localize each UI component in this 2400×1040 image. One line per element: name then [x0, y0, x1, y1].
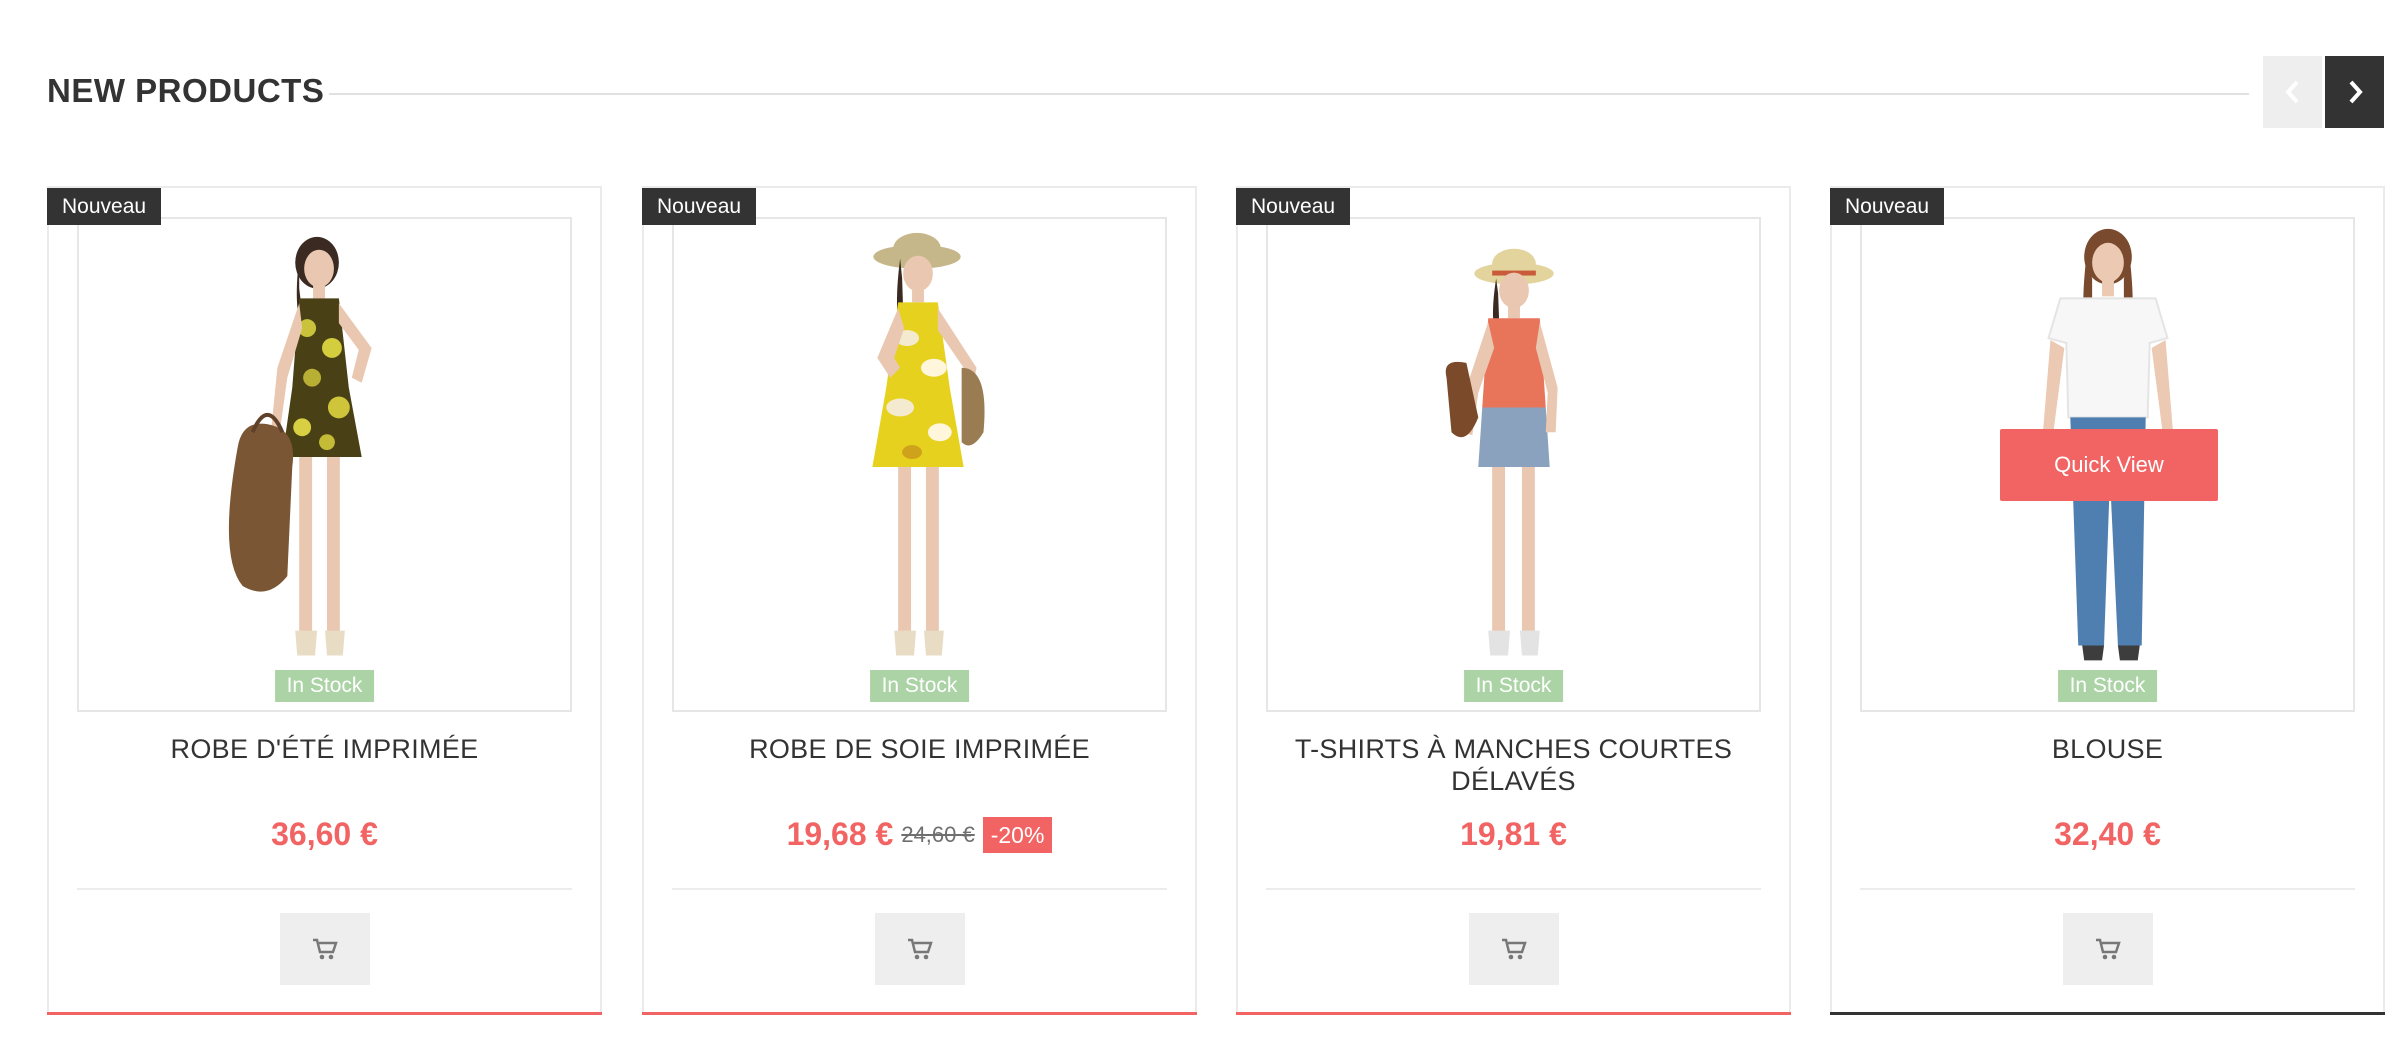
cart-icon — [907, 938, 933, 960]
product-card[interactable]: Nouveau In Stock T-SHIRTS À MANCHES COUR… — [1236, 186, 1791, 1015]
product-image[interactable]: In Stock — [672, 217, 1167, 712]
old-price: 24,60 € — [901, 821, 975, 847]
product-name[interactable]: BLOUSE — [1852, 733, 2363, 765]
quick-view-button[interactable]: Quick View — [2000, 429, 2218, 501]
add-to-cart-button[interactable] — [279, 913, 370, 985]
title-divider — [329, 93, 2249, 95]
card-bottom-border — [642, 1012, 1197, 1015]
product-price: 36,60 € — [271, 816, 378, 852]
add-to-cart-button[interactable] — [1468, 913, 1559, 985]
price-row: 19,81 € — [1238, 816, 1789, 853]
product-name[interactable]: ROBE D'ÉTÉ IMPRIMÉE — [69, 733, 580, 765]
product-price: 19,68 € — [786, 816, 894, 852]
discount-badge: -20% — [982, 816, 1053, 853]
cart-icon — [2095, 938, 2121, 960]
new-badge: Nouveau — [642, 188, 757, 225]
product-image[interactable]: In Stock — [77, 217, 572, 712]
card-divider — [77, 888, 572, 890]
chevron-left-icon — [2284, 80, 2298, 104]
product-photo — [1445, 248, 1558, 656]
section-header: NEW PRODUCTS — [47, 56, 2385, 128]
add-to-cart-button[interactable] — [874, 913, 965, 985]
product-image[interactable]: Quick View In Stock — [1860, 217, 2355, 712]
price-row: 36,60 € — [49, 816, 600, 853]
product-card[interactable]: Nouveau In Stock ROBE D'ÉTÉ IMPRIMÉE 36,… — [47, 186, 602, 1015]
in-stock-label: In Stock — [274, 670, 375, 702]
new-badge: Nouveau — [1236, 188, 1351, 225]
product-price: 32,40 € — [2054, 816, 2161, 852]
product-image[interactable]: In Stock — [1266, 217, 1761, 712]
card-bottom-border — [1830, 1012, 2385, 1015]
price-row: 32,40 € — [1832, 816, 2383, 853]
card-divider — [1860, 888, 2355, 890]
card-bottom-border — [47, 1012, 602, 1015]
product-photo — [228, 236, 372, 656]
carousel-next-button[interactable] — [2325, 56, 2384, 128]
product-name[interactable]: ROBE DE SOIE IMPRIMÉE — [664, 733, 1175, 765]
in-stock-label: In Stock — [869, 670, 970, 702]
product-name[interactable]: T-SHIRTS À MANCHES COURTES DÉLAVÉS — [1258, 733, 1769, 797]
chevron-right-icon — [2349, 80, 2363, 104]
product-price: 19,81 € — [1460, 816, 1567, 852]
product-card[interactable]: Nouveau Quick View In Stock BLOUSE 32,40… — [1830, 186, 2385, 1015]
product-photo — [872, 232, 985, 656]
section-title: NEW PRODUCTS — [47, 72, 325, 109]
new-badge: Nouveau — [47, 188, 162, 225]
carousel-prev-button[interactable] — [2263, 56, 2322, 128]
card-divider — [672, 888, 1167, 890]
new-badge: Nouveau — [1830, 188, 1945, 225]
add-to-cart-button[interactable] — [2062, 913, 2153, 985]
cart-icon — [1501, 938, 1527, 960]
card-bottom-border — [1236, 1012, 1791, 1015]
cart-icon — [312, 938, 338, 960]
card-divider — [1266, 888, 1761, 890]
product-card[interactable]: Nouveau In Stock ROBE DE SOIE IMPRIMÉE 1… — [642, 186, 1197, 1015]
price-row: 19,68 € 24,60 € -20% — [644, 816, 1195, 853]
in-stock-label: In Stock — [1463, 670, 1564, 702]
in-stock-label: In Stock — [2057, 670, 2158, 702]
